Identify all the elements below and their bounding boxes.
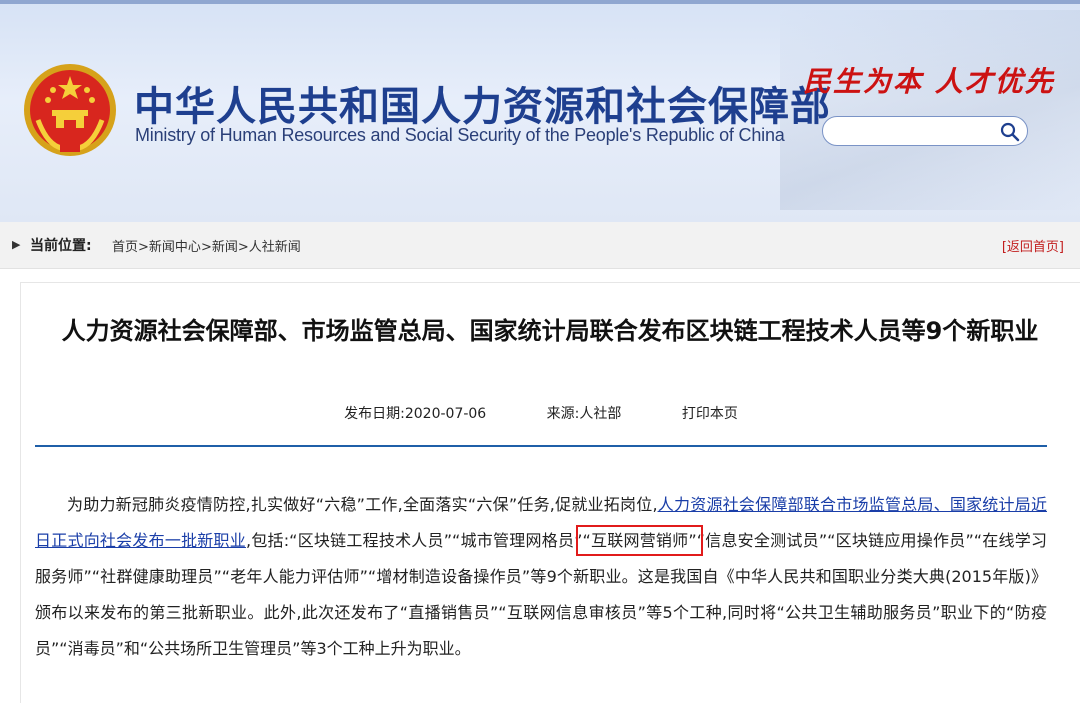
article-meta: 发布日期:2020-07-06 来源:人社部 打印本页	[21, 403, 1061, 423]
highlighted-job-title: “互联网营销师”	[576, 525, 703, 556]
breadcrumb-item-news[interactable]: 新闻	[212, 240, 238, 255]
breadcrumb-path: 首页>新闻中心>新闻>人社新闻	[112, 236, 301, 255]
site-title-en: Ministry of Human Resources and Social S…	[135, 125, 785, 145]
banner-top-line	[0, 0, 1080, 4]
header-banner: 中华人民共和国人力资源和社会保障部 Ministry of Human Reso…	[0, 0, 1080, 222]
search-input[interactable]	[835, 121, 999, 143]
body-intro: 为助力新冠肺炎疫情防控,扎实做好“六稳”工作,全面落实“六保”任务,促就业拓岗位…	[67, 495, 658, 514]
breadcrumb-item-hrss-news[interactable]: 人社新闻	[249, 240, 301, 255]
article-title: 人力资源社会保障部、市场监管总局、国家统计局联合发布区块链工程技术人员等9个新职…	[61, 317, 1039, 345]
print-page-button[interactable]: 打印本页	[682, 406, 738, 422]
article-panel: 人力资源社会保障部、市场监管总局、国家统计局联合发布区块链工程技术人员等9个新职…	[20, 282, 1080, 703]
body-text-1: ,包括:“区块链工程技术人员”“城市管理网格员”	[246, 531, 583, 550]
site-title-cn: 中华人民共和国人力资源和社会保障部	[134, 84, 831, 130]
breadcrumb-separator: >	[200, 240, 212, 255]
search-icon[interactable]	[999, 121, 1021, 143]
search-box	[822, 116, 1028, 146]
return-home-link[interactable]: [返回首页]	[1002, 236, 1064, 255]
breadcrumb-separator: >	[138, 240, 149, 255]
national-emblem-icon	[24, 64, 116, 156]
article-body: 为助力新冠肺炎疫情防控,扎实做好“六稳”工作,全面落实“六保”任务,促就业拓岗位…	[35, 487, 1047, 667]
publish-date: 发布日期:2020-07-06	[344, 406, 487, 422]
slogan: 民生为本 人才优先	[803, 65, 1055, 98]
breadcrumb-label: 当前位置:	[30, 238, 92, 254]
title-divider	[35, 445, 1047, 447]
body-text-2: “信息安全测试员”“区块链应用操作员”“在线学习服务师”“社群健康助理员”“老年…	[35, 531, 1047, 658]
breadcrumb: ▶ 当前位置: 首页>新闻中心>新闻>人社新闻 [返回首页]	[0, 222, 1080, 269]
article-paragraph: 为助力新冠肺炎疫情防控,扎实做好“六稳”工作,全面落实“六保”任务,促就业拓岗位…	[35, 487, 1047, 667]
breadcrumb-item-news-center[interactable]: 新闻中心	[149, 240, 201, 255]
breadcrumb-item-home[interactable]: 首页	[112, 240, 138, 255]
breadcrumb-arrow-icon: ▶	[12, 238, 21, 251]
breadcrumb-separator: >	[237, 240, 249, 255]
article-source: 来源:人社部	[546, 406, 622, 422]
